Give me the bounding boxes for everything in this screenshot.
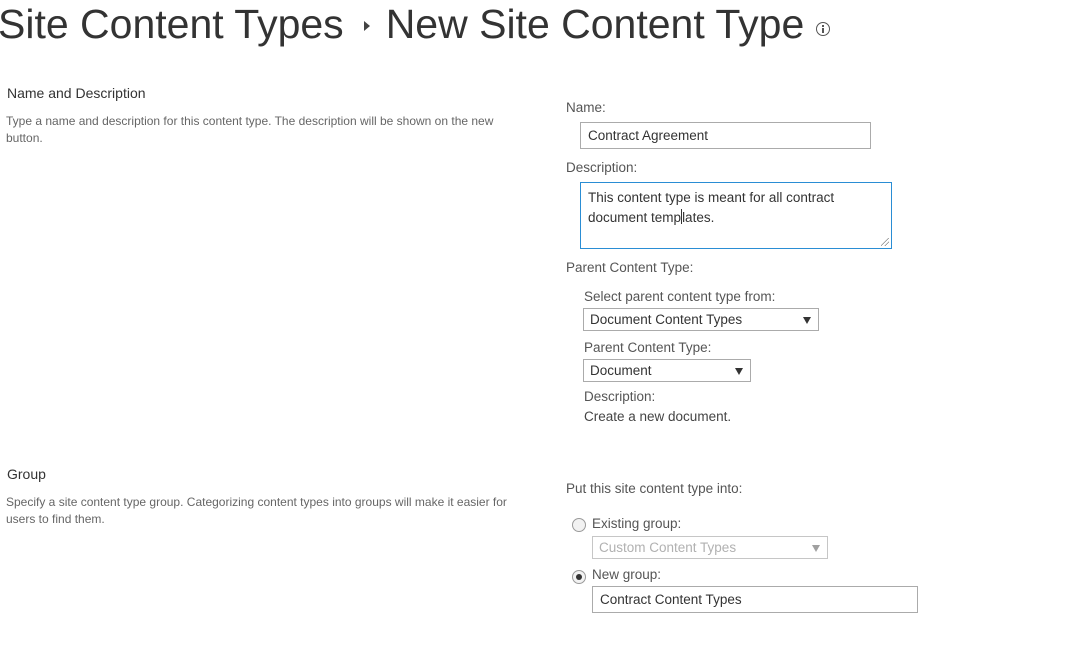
chevron-down-icon (735, 368, 743, 375)
parent-type-select[interactable]: Document (583, 359, 751, 382)
breadcrumb-site-content-types[interactable]: Site Content Types (0, 1, 344, 48)
description-field[interactable]: This content type is meant for all contr… (580, 182, 892, 249)
description-text-after-caret: lates. (682, 210, 715, 225)
chevron-down-icon (803, 317, 811, 324)
parent-type-select-value: Document (590, 363, 652, 378)
group-help: Specify a site content type group. Categ… (6, 495, 507, 526)
existing-group-radio[interactable] (572, 518, 586, 532)
breadcrumb: Site Content Types New Site Content Type (0, 0, 831, 52)
name-label: Name: (566, 100, 606, 115)
new-content-type-page: Site Content Types New Site Content Type… (0, 0, 1077, 668)
new-group-field[interactable]: Contract Content Types (592, 586, 918, 613)
name-description-heading: Name and Description (7, 85, 146, 101)
page-title: New Site Content Type (385, 0, 805, 47)
name-description-help: Type a name and description for this con… (6, 114, 494, 145)
parent-description-value: Create a new document. (584, 409, 732, 424)
existing-group-select-value: Custom Content Types (599, 540, 737, 555)
parent-description-label: Description: (584, 389, 656, 404)
new-group-label[interactable]: New group: (592, 567, 661, 582)
new-group-radio[interactable] (572, 570, 586, 584)
parent-content-type-label: Parent Content Type: (566, 260, 694, 275)
resize-grip-icon[interactable] (881, 238, 889, 246)
group-heading: Group (7, 466, 46, 482)
breadcrumb-arrow-icon (363, 21, 370, 31)
parent-group-select-value: Document Content Types (590, 312, 743, 327)
name-field[interactable]: Contract Agreement (580, 122, 871, 149)
parent-type-label: Parent Content Type: (584, 340, 712, 355)
parent-group-select[interactable]: Document Content Types (583, 308, 819, 331)
chevron-down-icon (812, 545, 820, 552)
existing-group-select: Custom Content Types (592, 536, 828, 559)
existing-group-label[interactable]: Existing group: (592, 516, 681, 531)
description-label: Description: (566, 160, 638, 175)
put-into-label: Put this site content type into: (566, 481, 743, 496)
select-parent-from-label: Select parent content type from: (584, 289, 776, 304)
info-icon[interactable] (816, 22, 831, 36)
